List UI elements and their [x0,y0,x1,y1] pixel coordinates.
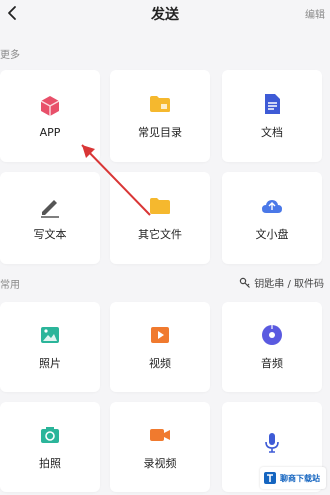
other-files-button[interactable]: 其它文件 [110,172,210,264]
videos-label: 视频 [149,357,171,370]
watermark-logo-icon [264,472,276,484]
section-common-label: 常用 [0,280,20,291]
other-files-label: 其它文件 [138,228,182,241]
audio-label: 音频 [261,357,283,370]
video-icon [151,327,169,343]
record-video-label: 录视频 [143,457,177,470]
camera-icon [41,427,59,443]
small-disk-button[interactable]: 文小盘 [222,172,322,264]
pencil-icon [41,200,59,218]
microphone-icon [265,433,279,453]
folder-icon [150,198,170,214]
documents-label: 文档 [261,126,283,139]
send-app-label: APP [39,125,61,139]
common-folders-button[interactable]: 常见目录 [110,70,210,162]
cloud-icon [262,200,282,213]
photo-icon [41,327,59,343]
watermark-badge: 聊商下载站 [260,467,326,489]
small-disk-label: 文小盘 [255,228,289,241]
key-icon [240,277,251,288]
section-more-label: 更多 [0,50,20,61]
edit-button[interactable]: 编辑 [305,6,325,21]
keychain-label: 钥匙串 / 取件码 [254,279,324,290]
keychain-link[interactable]: 钥匙串 / 取件码 [239,275,324,290]
audio-button[interactable]: 音频 [222,302,322,392]
app-cube-icon [40,95,60,116]
watermark-text: 聊商下载站 [280,473,320,483]
record-video-button[interactable]: 录视频 [110,402,210,492]
page-title: 发送 [151,7,179,23]
common-folders-label: 常见目录 [138,126,182,139]
record-video-icon [150,429,170,441]
audio-icon [262,325,282,345]
take-photo-label: 拍照 [39,457,61,470]
videos-button[interactable]: 视频 [110,302,210,392]
photos-label: 照片 [39,357,61,370]
write-text-button[interactable]: 写文本 [0,172,100,264]
folder-icon [150,96,170,112]
documents-button[interactable]: 文档 [222,70,322,162]
document-icon [265,94,280,114]
photos-button[interactable]: 照片 [0,302,100,392]
send-app-button[interactable]: APP [0,70,100,162]
take-photo-button[interactable]: 拍照 [0,402,100,492]
write-text-label: 写文本 [33,228,67,241]
top-bar: 发送 编辑 [0,0,330,26]
